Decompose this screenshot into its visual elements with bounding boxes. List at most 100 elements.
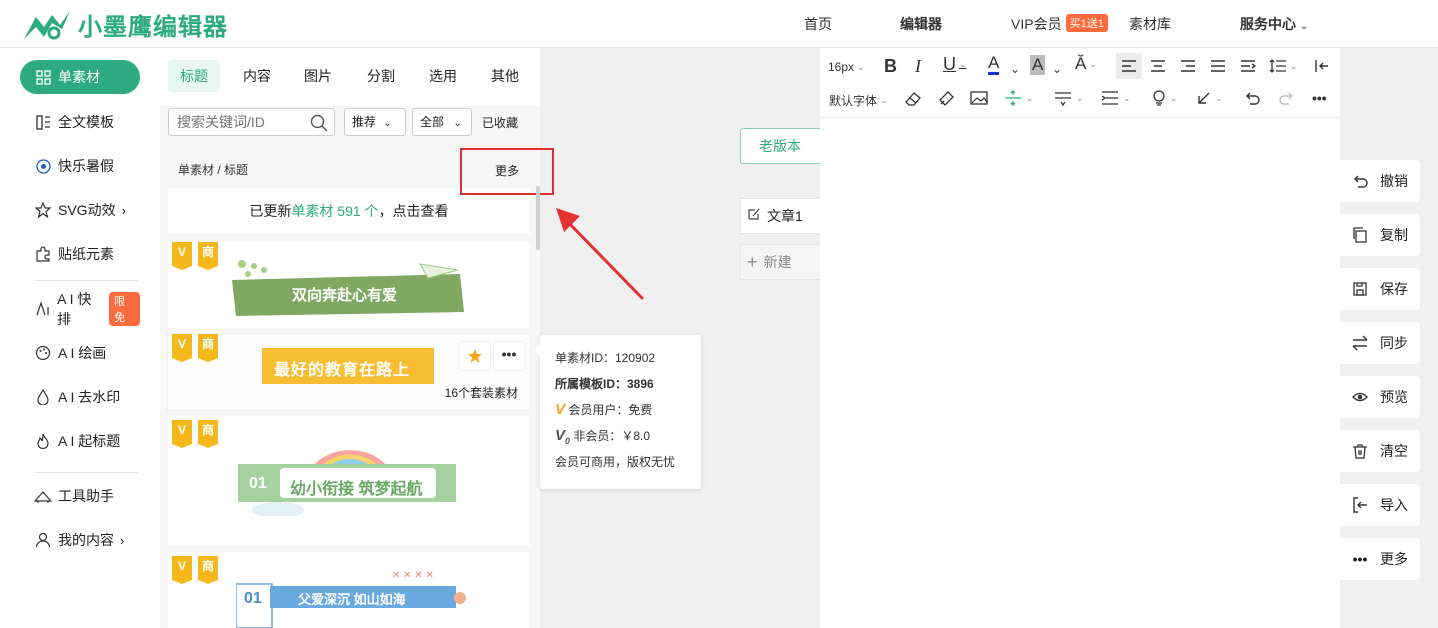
trash-icon: [1352, 443, 1368, 459]
search-icon[interactable]: [310, 114, 328, 135]
align-left-icon[interactable]: [1116, 53, 1142, 79]
font-color-icon[interactable]: A: [988, 54, 1000, 75]
align-right-icon[interactable]: [1180, 59, 1196, 73]
favorite-star-icon[interactable]: [460, 342, 490, 370]
justify-icon[interactable]: [1210, 59, 1226, 73]
more-tools-icon[interactable]: •••: [1312, 90, 1327, 106]
letter-spacing-icon[interactable]: Ă ⌄: [1075, 54, 1097, 74]
chevron-right-icon: ›: [120, 532, 125, 548]
filter-dropdown[interactable]: 全部 ⌄: [412, 108, 472, 136]
clear-action-button[interactable]: 清空: [1340, 430, 1420, 472]
paragraph-spacing-icon[interactable]: ⌄: [1003, 90, 1034, 106]
sidebar: 单素材 全文模板 快乐暑假 SVG动效 › 贴纸元素 A I 快排 限免 A I…: [0, 48, 160, 628]
favorites-link[interactable]: 已收藏: [482, 114, 518, 131]
tab-selected[interactable]: 选用: [417, 60, 469, 92]
logo[interactable]: 小墨鹰编辑器: [22, 7, 228, 42]
eraser-icon[interactable]: [904, 90, 922, 106]
rainbow-banner-art: [238, 450, 456, 516]
line-height-icon[interactable]: ⌄: [1269, 59, 1298, 73]
more-options-icon[interactable]: •••: [494, 342, 524, 370]
redo-icon[interactable]: [1279, 90, 1295, 106]
nav-service[interactable]: 服务中心 ⌄: [1240, 14, 1308, 34]
sidebar-item-ai-title[interactable]: A I 起标题: [20, 424, 140, 458]
palette-icon: [34, 344, 52, 362]
search-input[interactable]: [177, 109, 307, 135]
sidebar-item-single-material[interactable]: 单素材: [20, 60, 140, 94]
vip-tag: V: [172, 334, 192, 362]
tab-title[interactable]: 标题: [168, 60, 220, 92]
tooltip-material-id: 单素材ID：120902: [555, 351, 656, 365]
material-card[interactable]: V 商 ✕ ✕ ✕ ✕ 01 父爱深沉 如山如海: [168, 552, 530, 628]
nav-home[interactable]: 首页: [804, 14, 832, 34]
sort-dropdown[interactable]: 推荐 ⌄: [344, 108, 406, 136]
update-prefix: 已更新: [249, 203, 292, 219]
caret-icon: ⌄: [880, 95, 888, 105]
nav-vip-label: VIP会员: [1011, 16, 1062, 32]
caret-icon[interactable]: ⌄: [1052, 62, 1062, 76]
collapse-toolbar-icon[interactable]: [1314, 58, 1330, 74]
indent-spacing-icon[interactable]: ⌄: [1100, 90, 1131, 106]
panel-scrollbar[interactable]: [536, 186, 540, 250]
doc-item-article[interactable]: 文章1: [740, 198, 820, 234]
material-card[interactable]: V 商 最好的教育在路上 ••• 16个套装素材: [168, 334, 530, 410]
transform-icon[interactable]: ⌄: [1196, 90, 1223, 106]
undo-action-button[interactable]: 撤销: [1340, 160, 1420, 202]
commercial-tag: 商: [198, 420, 218, 448]
font-family-select[interactable]: 默认字体 ⌄: [829, 92, 888, 109]
import-action-button[interactable]: 导入: [1340, 484, 1420, 526]
tab-other[interactable]: 其他: [479, 60, 531, 92]
more-action-button[interactable]: ••• 更多: [1340, 538, 1420, 580]
vip-v0-icon: V0: [555, 427, 571, 446]
sidebar-item-ai-layout[interactable]: A I 快排 限免: [20, 291, 140, 327]
flame-icon: [34, 432, 52, 450]
lightbulb-icon[interactable]: ⌄: [1151, 90, 1178, 106]
action-label: 保存: [1380, 281, 1408, 297]
sidebar-item-full-template[interactable]: 全文模板: [20, 105, 140, 139]
sort-value: 推荐: [352, 115, 377, 129]
nav-editor[interactable]: 编辑器: [900, 14, 942, 34]
svg-text:✕ ✕ ✕ ✕: ✕ ✕ ✕ ✕: [392, 570, 434, 581]
align-center-icon[interactable]: [1150, 59, 1166, 73]
nav-library[interactable]: 素材库: [1129, 14, 1171, 34]
vip-tag: V: [172, 556, 192, 584]
editor-area[interactable]: 16px ⌄ B I U ⌄ A ⌄ A ⌄ Ă ⌄ ⌄ 默认字体 ⌄ ⌄ ⌄ ⌄ ⌄ ⌄ …: [820, 48, 1340, 628]
sidebar-item-ai-paint[interactable]: A I 绘画: [20, 336, 140, 370]
undo-icon[interactable]: [1244, 90, 1260, 106]
bold-icon[interactable]: B: [884, 56, 897, 77]
nonmember-price-text: 非会员：￥8.0: [573, 429, 651, 443]
save-action-button[interactable]: 保存: [1340, 268, 1420, 310]
material-card[interactable]: V 商 01 幼小衔接 筑梦起航: [168, 416, 530, 546]
caret-icon[interactable]: ⌄: [1010, 62, 1020, 76]
new-doc-button[interactable]: + 新建: [740, 244, 820, 280]
tab-content[interactable]: 内容: [231, 60, 283, 92]
sidebar-item-tools[interactable]: 工具助手: [20, 479, 140, 513]
tools-icon: [34, 487, 52, 505]
tab-divider[interactable]: 分割: [355, 60, 407, 92]
sidebar-item-my-content[interactable]: 我的内容 ›: [20, 523, 140, 557]
strikethrough-icon[interactable]: ⌄: [1053, 90, 1084, 106]
format-brush-icon[interactable]: [937, 90, 955, 106]
action-label: 更多: [1380, 551, 1408, 567]
sidebar-item-ai-watermark[interactable]: A I 去水印: [20, 380, 140, 414]
tab-image[interactable]: 图片: [292, 60, 344, 92]
sidebar-item-summer[interactable]: 快乐暑假: [20, 149, 140, 183]
chevron-down-icon: ⌄: [383, 118, 392, 129]
sidebar-item-svg[interactable]: SVG动效 ›: [20, 193, 140, 227]
preview-action-button[interactable]: 预览: [1340, 376, 1420, 418]
sidebar-item-sticker[interactable]: 贴纸元素: [20, 237, 140, 271]
card-title: 双向奔赴心有爱: [292, 287, 398, 304]
font-size-select[interactable]: 16px ⌄: [828, 60, 865, 74]
chevron-down-icon: ⌄: [453, 118, 462, 129]
copy-action-button[interactable]: 复制: [1340, 214, 1420, 256]
material-card[interactable]: V 商 双向奔赴心有爱: [168, 242, 530, 328]
nav-vip[interactable]: VIP会员 买1送1: [1011, 14, 1108, 34]
image-icon[interactable]: [970, 90, 988, 106]
save-icon: [1352, 281, 1368, 297]
sync-action-button[interactable]: 同步: [1340, 322, 1420, 364]
underline-icon[interactable]: U ⌄: [943, 54, 967, 75]
italic-icon[interactable]: I: [915, 56, 921, 77]
old-version-button[interactable]: 老版本: [740, 128, 820, 164]
background-color-icon[interactable]: A: [1030, 55, 1046, 75]
indent-icon[interactable]: [1240, 59, 1256, 73]
doc-name: 文章1: [767, 208, 803, 224]
